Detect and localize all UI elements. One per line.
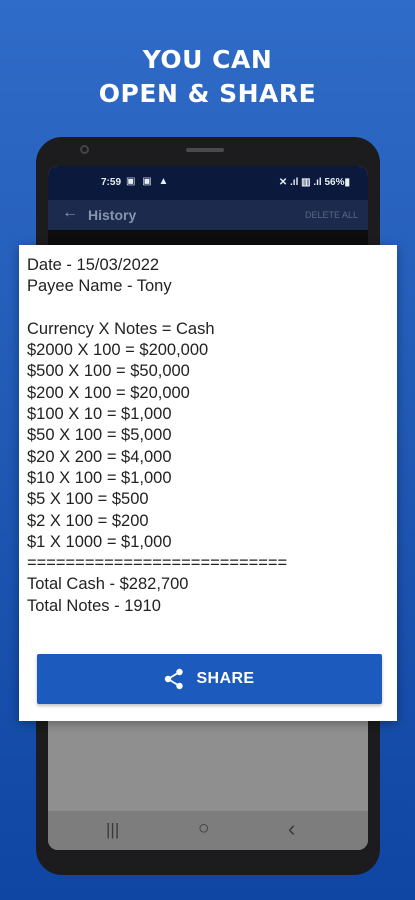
receipt-line: $100 X 10 = $1,000 bbox=[27, 405, 172, 424]
back-nav-icon[interactable]: ‹ bbox=[288, 816, 295, 842]
back-arrow-icon[interactable]: ← bbox=[62, 204, 78, 222]
receipt-line: $200 X 100 = $20,000 bbox=[27, 383, 190, 402]
receipt-line: Currency X Notes = Cash bbox=[27, 319, 215, 338]
receipt-line: $2 X 100 = $200 bbox=[27, 511, 149, 530]
status-time: 7:59 bbox=[101, 177, 122, 188]
speaker-grille bbox=[186, 148, 224, 152]
receipt-text: Date - 15/03/2022 Payee Name - Tony Curr… bbox=[27, 255, 287, 617]
headline-line-2: OPEN & SHARE bbox=[98, 79, 317, 108]
receipt-line: $5 X 100 = $500 bbox=[27, 490, 149, 509]
share-button[interactable]: SHARE bbox=[37, 654, 382, 704]
receipt-line: $2000 X 100 = $200,000 bbox=[27, 341, 209, 360]
status-bar: 7:59 ▣ ▣ ▲ ✕ .ıl ▥ .ıl 56%▮ bbox=[48, 166, 368, 200]
receipt-line: $500 X 100 = $50,000 bbox=[27, 362, 190, 381]
system-status-icons: ✕ .ıl ▥ .ıl 56%▮ bbox=[278, 177, 350, 188]
recents-nav-icon[interactable]: ||| bbox=[106, 820, 119, 840]
list-header-strip bbox=[48, 230, 368, 246]
page-title: History bbox=[88, 207, 137, 223]
promo-headline: YOU CAN OPEN & SHARE bbox=[0, 43, 415, 111]
share-button-label: SHARE bbox=[196, 670, 255, 687]
camera-icon bbox=[80, 145, 89, 154]
delete-all-button[interactable]: DELETE ALL bbox=[305, 210, 358, 220]
receipt-line: Payee Name - Tony bbox=[27, 277, 172, 296]
total-notes: Total Notes - 1910 bbox=[27, 596, 161, 615]
receipt-line: Date - 15/03/2022 bbox=[27, 256, 160, 274]
history-list-item[interactable] bbox=[48, 721, 368, 811]
receipt-line: $50 X 100 = $5,000 bbox=[27, 426, 172, 445]
receipt-dialog: Date - 15/03/2022 Payee Name - Tony Curr… bbox=[19, 245, 397, 721]
app-bar: ← History DELETE ALL bbox=[48, 200, 368, 230]
receipt-line: $20 X 200 = $4,000 bbox=[27, 447, 172, 466]
share-icon bbox=[165, 668, 184, 690]
notification-icons: ▣ ▣ ▲ bbox=[126, 176, 171, 187]
headline-line-1: YOU CAN bbox=[142, 45, 273, 74]
total-cash: Total Cash - $282,700 bbox=[27, 575, 189, 594]
system-nav-bar: ||| ○ ‹ bbox=[48, 811, 368, 850]
receipt-line: $10 X 100 = $1,000 bbox=[27, 468, 172, 487]
home-nav-icon[interactable]: ○ bbox=[198, 818, 209, 840]
receipt-divider: =========================== bbox=[27, 554, 288, 573]
receipt-line: $1 X 1000 = $1,000 bbox=[27, 532, 172, 551]
